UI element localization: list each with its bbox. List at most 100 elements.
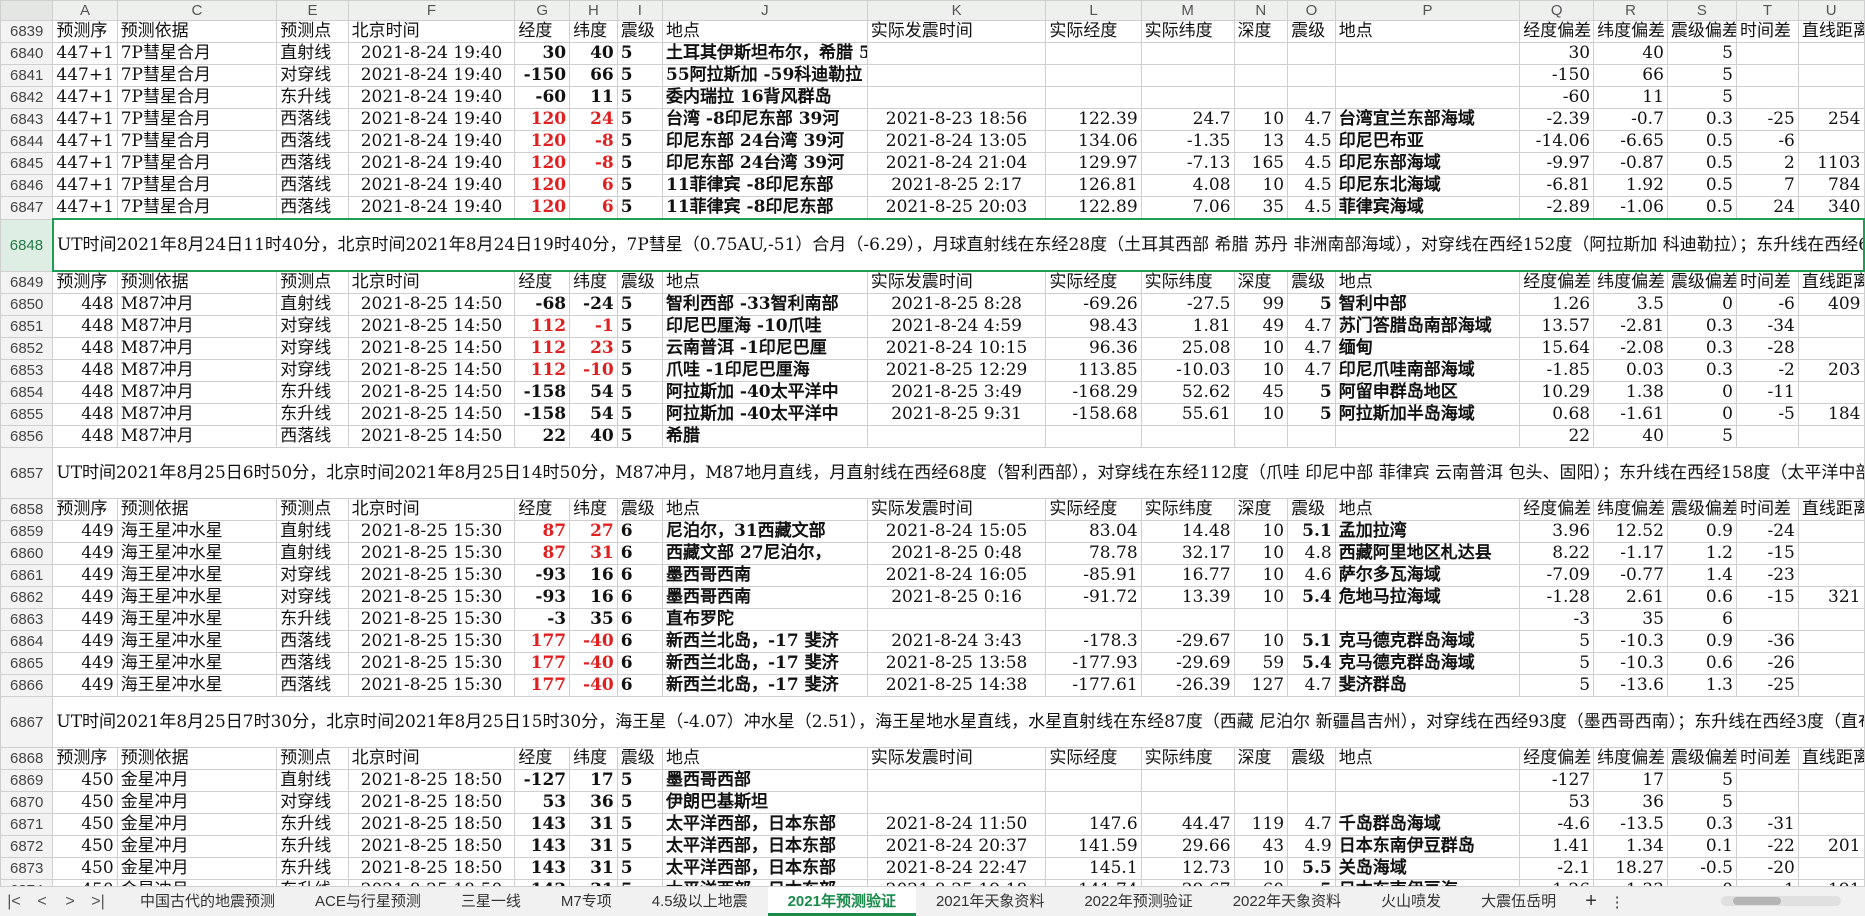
cell[interactable]: 5	[616, 315, 663, 338]
header-cell[interactable]: 预测序	[52, 498, 118, 521]
cell[interactable]: -10	[569, 359, 618, 382]
cell[interactable]: 东升线	[276, 381, 349, 404]
next-sheet-button[interactable]: >	[56, 893, 84, 911]
header-cell[interactable]: 直线距离	[1797, 747, 1865, 770]
row-number[interactable]: 6862	[0, 586, 54, 609]
cell[interactable]	[1334, 791, 1521, 814]
cell[interactable]: 4.9	[1287, 835, 1336, 858]
cell[interactable]: 87	[514, 520, 571, 543]
cell[interactable]: 40	[569, 425, 618, 448]
cell[interactable]: 西落线	[276, 196, 349, 220]
cell[interactable]: 5.5	[1287, 857, 1336, 880]
column-header[interactable]: I	[616, 0, 663, 21]
cell[interactable]: 177	[514, 652, 571, 675]
cell[interactable]: 165	[1233, 152, 1289, 175]
cell[interactable]	[1334, 86, 1521, 109]
cell[interactable]: -2.89	[1519, 196, 1595, 220]
cell[interactable]: 台湾宜兰东部海域	[1334, 108, 1521, 131]
sheet-tab[interactable]: 中国古代的地震预测	[120, 887, 295, 916]
cell[interactable]: 448	[52, 403, 118, 426]
cell[interactable]	[1797, 857, 1865, 880]
row-number[interactable]: 6840	[0, 42, 54, 65]
cell[interactable]: 关岛海域	[1334, 857, 1521, 880]
cell[interactable]: 27	[569, 520, 618, 543]
header-cell[interactable]: 深度	[1233, 747, 1289, 770]
cell[interactable]: 直射线	[276, 520, 349, 543]
more-sheets-icon[interactable]: ⋮	[1606, 893, 1628, 911]
cell[interactable]	[1140, 608, 1235, 631]
cell[interactable]: 254	[1797, 108, 1865, 131]
cell[interactable]: 5	[1666, 64, 1737, 87]
cell[interactable]: 5	[1287, 403, 1336, 426]
cell[interactable]: 450	[52, 857, 118, 880]
header-cell[interactable]: 地点	[1334, 498, 1521, 521]
forecast-note[interactable]: UT时间2021年8月24日11时40分，北京时间2021年8月24日19时40…	[51, 218, 1865, 272]
cell[interactable]: 447+1	[52, 42, 118, 65]
cell[interactable]: 土耳其伊斯坦布尔，希腊 5苏丹 -51非洲南部海域	[661, 42, 868, 65]
cell[interactable]: 24.7	[1140, 108, 1235, 131]
cell[interactable]: -7.13	[1140, 152, 1235, 175]
cell[interactable]: 0.03	[1593, 359, 1668, 382]
cell[interactable]: 87	[514, 542, 571, 565]
cell[interactable]	[1797, 520, 1865, 543]
cell[interactable]: 126.81	[1045, 174, 1142, 197]
header-cell[interactable]: 地点	[661, 270, 868, 294]
cell[interactable]: 5.1	[1287, 630, 1336, 653]
cell[interactable]: 对穿线	[276, 337, 349, 360]
header-cell[interactable]: 经度偏差	[1519, 747, 1595, 770]
cell[interactable]: 东升线	[276, 857, 349, 880]
header-cell[interactable]: 实际发震时间	[866, 498, 1047, 521]
cell[interactable]: 4.5	[1287, 174, 1336, 197]
cell[interactable]: 1.92	[1593, 174, 1668, 197]
column-header[interactable]: L	[1045, 0, 1142, 21]
cell[interactable]: -68	[514, 293, 571, 316]
header-cell[interactable]: 时间差	[1735, 270, 1799, 294]
cell[interactable]: 太平洋西部，日本东部	[661, 813, 868, 836]
cell[interactable]: 海王星冲水星	[116, 608, 278, 631]
header-cell[interactable]: 预测点	[276, 20, 349, 43]
cell[interactable]: 直射线	[276, 293, 349, 316]
cell[interactable]: 66	[569, 64, 618, 87]
cell[interactable]	[866, 425, 1047, 448]
cell[interactable]: 5	[616, 152, 663, 175]
sheet-tab[interactable]: ACE与行星预测	[295, 887, 441, 916]
cell[interactable]: 4.7	[1287, 108, 1336, 131]
cell[interactable]: 2021-8-25 18:50	[347, 769, 516, 792]
cell[interactable]: 141.59	[1045, 835, 1142, 858]
header-cell[interactable]: 实际纬度	[1140, 20, 1235, 43]
cell[interactable]: 96.36	[1045, 337, 1142, 360]
cell[interactable]: 印尼东北海域	[1334, 174, 1521, 197]
cell[interactable]: 10	[1233, 564, 1289, 587]
cell[interactable]	[1797, 86, 1865, 109]
cell[interactable]: 印尼东部海域	[1334, 152, 1521, 175]
cell[interactable]: 6	[569, 174, 618, 197]
cell[interactable]: 113.85	[1045, 359, 1142, 382]
sheet-tab[interactable]: 大震伍岳明	[1461, 887, 1576, 916]
cell[interactable]: 2021-8-24 19:40	[347, 64, 516, 87]
cell[interactable]: 0.9	[1666, 630, 1737, 653]
cell[interactable]: 2	[1735, 152, 1799, 175]
header-cell[interactable]: 深度	[1233, 270, 1289, 294]
cell[interactable]: 孟加拉湾	[1334, 520, 1521, 543]
cell[interactable]: 5	[616, 337, 663, 360]
cell[interactable]: 83.04	[1045, 520, 1142, 543]
cell[interactable]: 448	[52, 359, 118, 382]
cell[interactable]: 海王星冲水星	[116, 520, 278, 543]
cell[interactable]: 10	[1233, 337, 1289, 360]
cell[interactable]: 台湾 -8印尼东部 39河	[661, 108, 868, 131]
cell[interactable]: 5	[1666, 42, 1737, 65]
header-cell[interactable]: 实际发震时间	[866, 20, 1047, 43]
cell[interactable]: 4.7	[1287, 337, 1336, 360]
row-number[interactable]: 6847	[0, 196, 54, 220]
cell[interactable]: 145.1	[1045, 857, 1142, 880]
cell[interactable]: 449	[52, 564, 118, 587]
header-cell[interactable]: 地点	[1334, 747, 1521, 770]
row-number[interactable]: 6861	[0, 564, 54, 587]
cell[interactable]	[1045, 769, 1142, 792]
cell[interactable]	[1797, 542, 1865, 565]
horizontal-scrollbar[interactable]	[1721, 896, 1841, 906]
cell[interactable]: 2021-8-25 15:30	[347, 652, 516, 675]
cell[interactable]: 10	[1233, 586, 1289, 609]
cell[interactable]: 5	[1519, 630, 1595, 653]
cell[interactable]: -6.81	[1519, 174, 1595, 197]
